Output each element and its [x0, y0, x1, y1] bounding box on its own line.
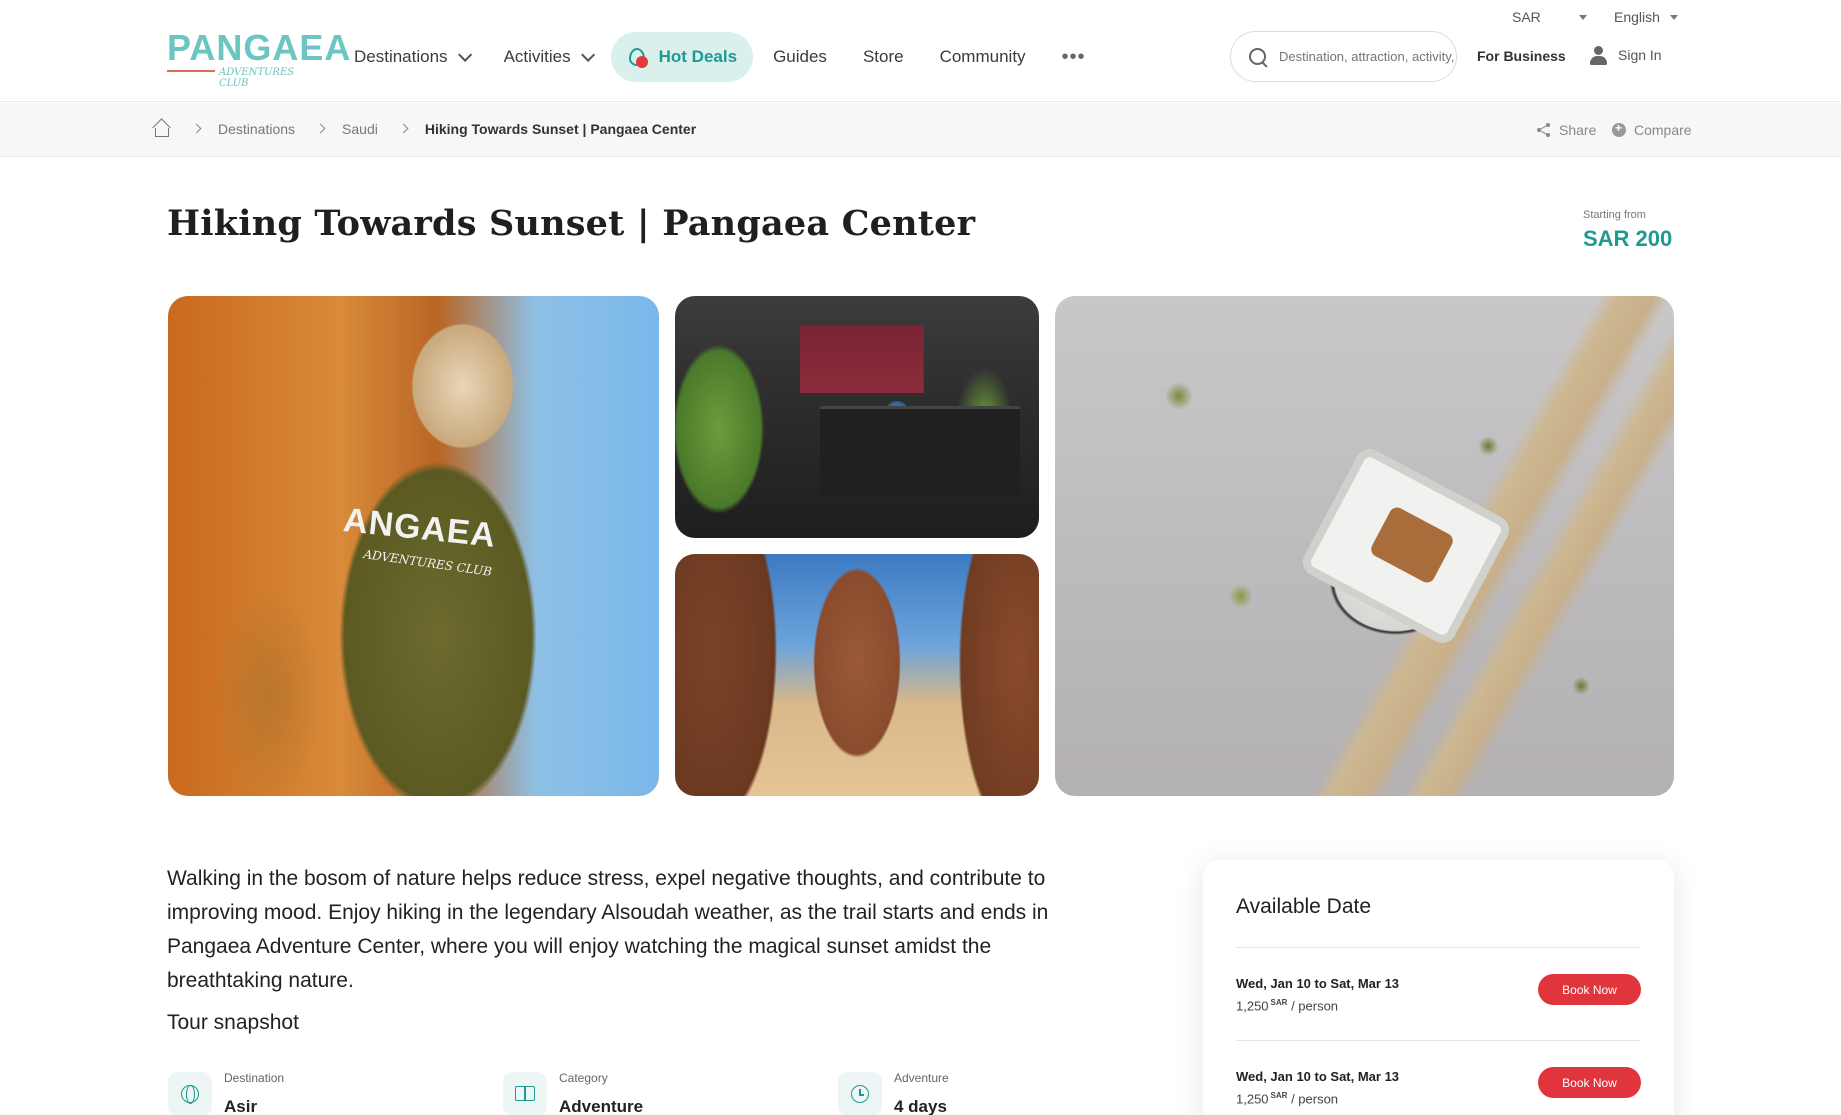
language-select[interactable]: English: [1614, 9, 1678, 25]
user-icon: [1590, 45, 1607, 65]
for-business-link[interactable]: For Business: [1477, 48, 1566, 64]
compare-label: Compare: [1634, 122, 1692, 138]
share-icon: [1537, 123, 1551, 137]
nav-guides-label: Guides: [773, 47, 827, 66]
slot-price-currency: SAR: [1270, 998, 1288, 1007]
slot-price-currency: SAR: [1270, 1091, 1288, 1100]
globe-icon: [168, 1072, 212, 1115]
gallery-photo-guide[interactable]: ANGAEA ADVENTURES CLUB: [168, 296, 659, 796]
clock-icon: [838, 1072, 882, 1115]
book-now-button[interactable]: Book Now: [1538, 974, 1641, 1005]
share-button[interactable]: Share: [1537, 122, 1596, 138]
nav-guides[interactable]: Guides: [755, 32, 845, 82]
nav-store-label: Store: [862, 47, 904, 66]
divider: [1236, 947, 1641, 948]
slot-price-amount: 1,250: [1236, 998, 1269, 1014]
breadcrumb-current: Hiking Towards Sunset | Pangaea Center: [424, 120, 697, 137]
chevron-right-icon: [398, 123, 409, 134]
shelf-shape: [820, 406, 1020, 496]
book-icon: [503, 1072, 547, 1115]
snapshot-label: Destination: [224, 1071, 285, 1085]
logo-text: PANGAEA: [167, 27, 352, 68]
snapshot-category: Category Adventure: [503, 1071, 644, 1115]
date-slot: Wed, Jan 10 to Sat, Mar 13 1,250 SAR / pe…: [1236, 974, 1641, 1032]
nav-hot-deals-label: Hot Deals: [658, 47, 738, 66]
slot-price: 1,250 SAR / person: [1236, 998, 1338, 1013]
breadcrumb: Destinations Saudi Hiking Towards Sunset…: [152, 118, 697, 137]
slot-dates: Wed, Jan 10 to Sat, Mar 13: [1236, 976, 1400, 991]
search-box[interactable]: [1230, 31, 1457, 82]
chevron-right-icon: [315, 123, 326, 134]
gallery-photo-offroad-vehicle[interactable]: [1055, 296, 1674, 796]
chevron-down-icon: [580, 47, 595, 62]
snapshot-duration: Adventure 4 days: [838, 1071, 949, 1115]
gallery-photo-center-interior[interactable]: [675, 296, 1039, 538]
page-title: Hiking Towards Sunset | Pangaea Center: [167, 203, 976, 244]
slot-dates: Wed, Jan 10 to Sat, Mar 13: [1236, 1069, 1400, 1084]
plus-circle-icon: [1612, 121, 1626, 137]
nav-hot-deals[interactable]: Hot Deals: [610, 32, 754, 82]
breadcrumb-destinations[interactable]: Destinations: [218, 121, 295, 137]
fire-icon: [627, 47, 648, 68]
snapshot-label: Adventure: [894, 1071, 949, 1085]
chevron-down-icon: [457, 47, 472, 62]
slot-price-amount: 1,250: [1236, 1091, 1269, 1107]
compare-button[interactable]: Compare: [1612, 121, 1692, 138]
breadcrumb-saudi[interactable]: Saudi: [342, 121, 378, 137]
nav-activities[interactable]: Activities: [486, 32, 609, 82]
main-nav: Destinations Activities Hot Deals Guides…: [336, 32, 1104, 82]
snapshot-label: Category: [559, 1071, 608, 1085]
nav-activities-label: Activities: [503, 47, 571, 66]
starting-price: SAR 200: [1583, 226, 1673, 251]
nav-destinations-label: Destinations: [354, 47, 448, 66]
pangaea-logo[interactable]: PANGAEA ADVENTURES CLUB: [167, 27, 352, 89]
logo-subtitle: ADVENTURES CLUB: [215, 67, 315, 89]
availability-card: Available Date Wed, Jan 10 to Sat, Mar 1…: [1203, 860, 1674, 1115]
search-input[interactable]: [1279, 49, 1456, 64]
tour-description: Walking in the bosom of nature helps red…: [167, 867, 1049, 992]
availability-title: Available Date: [1236, 895, 1372, 918]
site-header: PANGAEA ADVENTURES CLUB Destinations Act…: [0, 0, 1841, 102]
slot-price-unit: / person: [1291, 998, 1339, 1014]
caret-down-icon: [1669, 14, 1678, 20]
chevron-right-icon: [191, 123, 202, 134]
nav-store[interactable]: Store: [845, 32, 922, 82]
nav-destinations[interactable]: Destinations: [336, 32, 486, 82]
currency-select[interactable]: SAR: [1512, 9, 1587, 25]
nav-community-label: Community: [939, 47, 1026, 66]
snapshot-value: Adventure: [559, 1097, 644, 1115]
slot-price-unit: / person: [1291, 1091, 1339, 1107]
more-menu-icon[interactable]: •••: [1044, 32, 1104, 82]
slot-price: 1,250 SAR / person: [1236, 1091, 1338, 1106]
language-value: English: [1614, 9, 1660, 25]
snapshot-destination: Destination Asir: [168, 1071, 285, 1115]
search-icon: [1249, 47, 1267, 66]
book-now-button[interactable]: Book Now: [1538, 1067, 1641, 1098]
home-icon[interactable]: [152, 118, 171, 137]
gallery-photo-canyon[interactable]: [675, 554, 1039, 796]
date-slot: Wed, Jan 10 to Sat, Mar 13 1,250 SAR / pe…: [1236, 1067, 1641, 1115]
price-label: Starting from: [1583, 209, 1646, 221]
tour-snapshot-title: Tour snapshot: [167, 1011, 299, 1034]
sign-in-label: Sign In: [1618, 47, 1662, 63]
divider: [1236, 1040, 1641, 1041]
sign-in-button[interactable]: Sign In: [1590, 45, 1662, 65]
share-label: Share: [1559, 122, 1597, 138]
currency-value: SAR: [1512, 9, 1541, 25]
caret-down-icon: [1578, 14, 1587, 20]
snapshot-value: Asir: [224, 1097, 258, 1115]
snapshot-value: 4 days: [894, 1097, 947, 1115]
breadcrumb-bar: Destinations Saudi Hiking Towards Sunset…: [0, 103, 1841, 157]
nav-community[interactable]: Community: [922, 32, 1044, 82]
